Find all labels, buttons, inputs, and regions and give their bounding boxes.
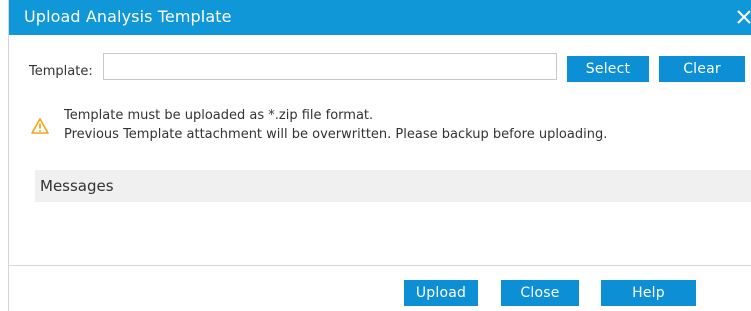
dialog-titlebar: Upload Analysis Template [9,0,751,35]
footer-divider [9,265,751,266]
upload-analysis-template-dialog: Upload Analysis Template Template: Selec… [8,0,751,311]
close-icon[interactable] [733,5,751,29]
clear-button[interactable]: Clear [659,56,745,82]
dialog-title: Upload Analysis Template [24,7,232,26]
help-button[interactable]: Help [601,280,696,306]
notice-text-overwrite: Previous Template attachment will be ove… [64,127,608,142]
close-button[interactable]: Close [501,280,579,306]
notice-text-format: Template must be uploaded as *.zip file … [64,108,374,123]
template-label: Template: [29,64,93,79]
messages-header: Messages [35,170,751,202]
warning-icon [31,118,49,134]
upload-button[interactable]: Upload [404,280,478,306]
select-button[interactable]: Select [567,56,649,82]
template-input[interactable] [103,53,557,80]
